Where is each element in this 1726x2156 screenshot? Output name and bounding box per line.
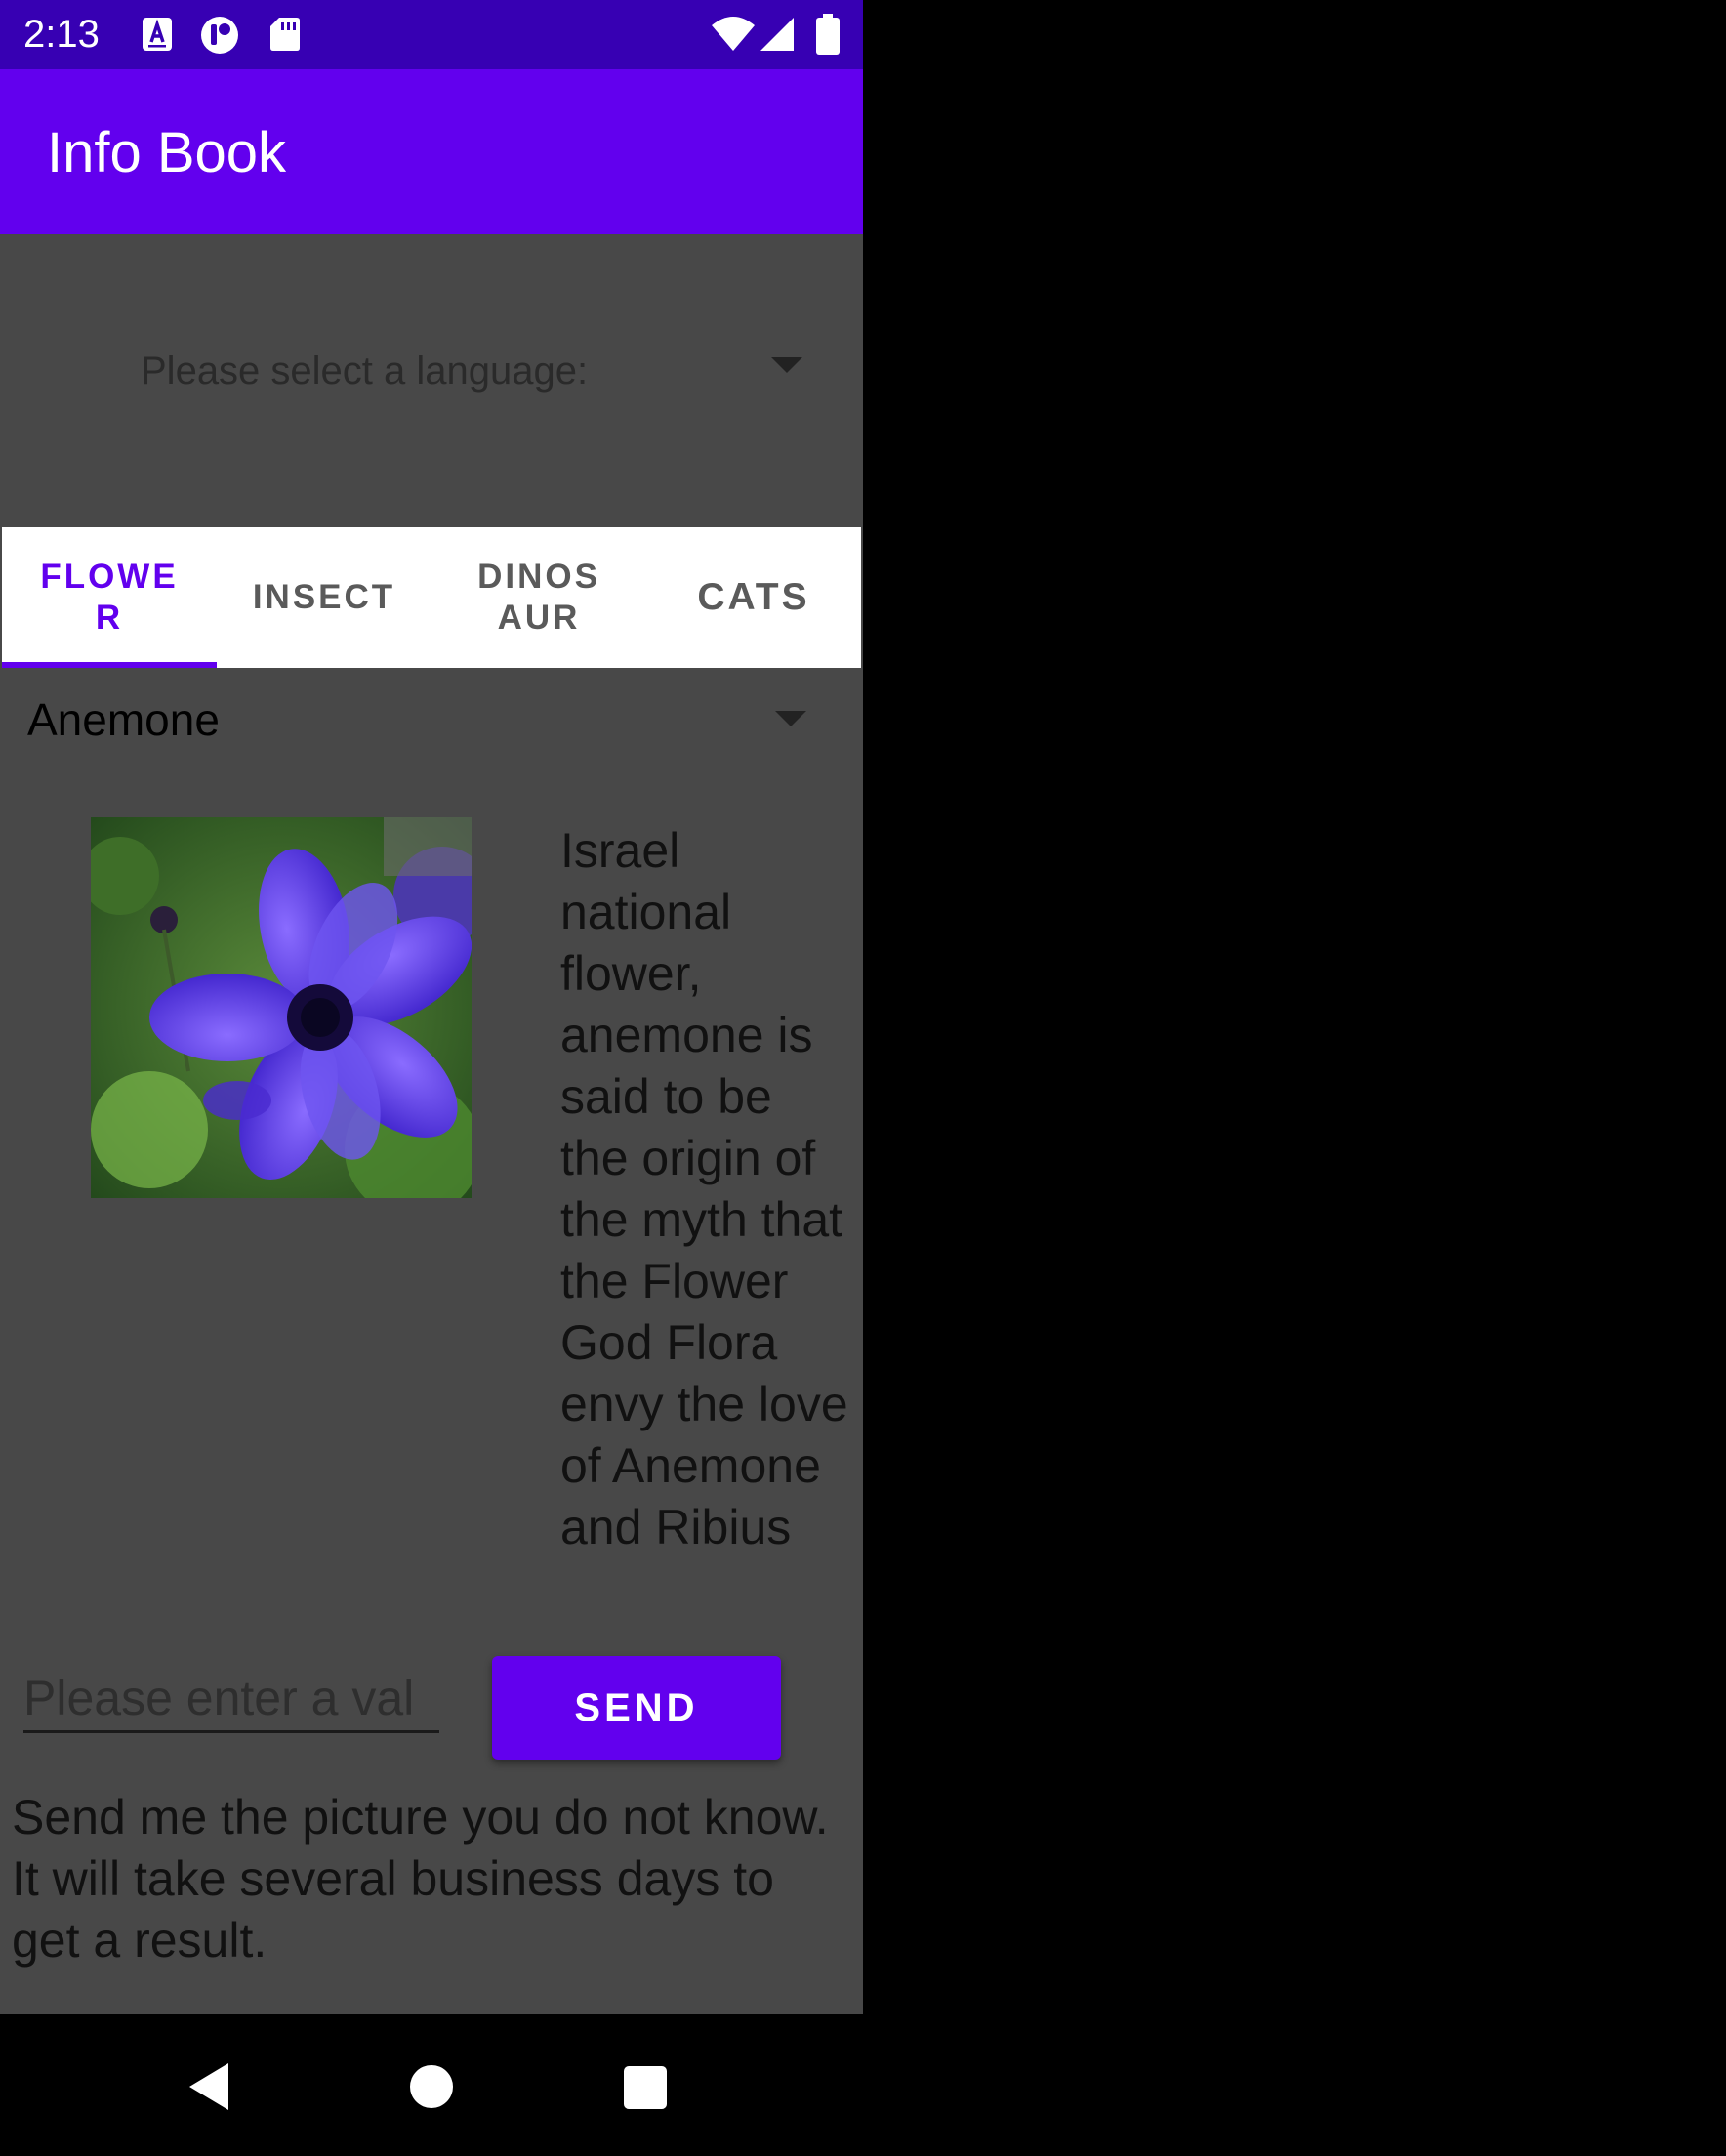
back-icon[interactable] xyxy=(185,2061,232,2112)
flower-image xyxy=(91,817,472,1198)
tab-cats[interactable]: CATS xyxy=(646,527,861,668)
app-notification-icon xyxy=(201,17,238,54)
app-bar: Info Book xyxy=(0,69,863,234)
phone-screen: 2:13 Info Book Please select a language:… xyxy=(0,0,863,2156)
description-box[interactable]: Israel national flower, anemone is said … xyxy=(560,820,853,1601)
sd-card-icon xyxy=(270,18,300,51)
value-input[interactable] xyxy=(23,1666,439,1733)
wifi-icon xyxy=(712,17,755,51)
tab-dinosaur[interactable]: DINOS AUR xyxy=(432,527,646,668)
tab-flower[interactable]: FLOWE R xyxy=(2,527,217,668)
description-text: Israel national flower, anemone is said … xyxy=(560,823,848,1555)
cell-signal-icon xyxy=(760,18,794,51)
language-spinner[interactable]: Please select a language: xyxy=(0,322,863,420)
dropdown-arrow-icon xyxy=(775,711,806,726)
send-button[interactable]: SEND xyxy=(492,1656,781,1760)
status-time: 2:13 xyxy=(23,13,100,56)
tab-flower-label: FLOWE R xyxy=(40,558,179,637)
tab-indicator xyxy=(2,662,217,668)
tab-insect-label: INSECT xyxy=(252,578,396,616)
keyboard-icon xyxy=(143,18,172,51)
tab-bar: FLOWE R INSECT DINOS AUR CATS xyxy=(2,527,861,668)
item-spinner-value: Anemone xyxy=(27,694,220,745)
item-spinner[interactable]: Anemone xyxy=(0,680,863,758)
language-spinner-label: Please select a language: xyxy=(141,350,589,393)
dropdown-arrow-icon xyxy=(771,357,802,373)
help-text: Send me the picture you do not know. It … xyxy=(12,1790,829,1968)
status-bar: 2:13 xyxy=(0,0,863,69)
app-title: Info Book xyxy=(47,121,287,185)
recents-icon[interactable] xyxy=(623,2065,668,2110)
battery-icon xyxy=(816,14,840,55)
tab-dinosaur-label: DINOS AUR xyxy=(477,558,600,637)
navigation-bar xyxy=(0,2014,863,2156)
tab-cats-label: CATS xyxy=(697,576,810,618)
home-icon[interactable] xyxy=(408,2063,455,2110)
main-content: Please select a language: FLOWE R INSECT… xyxy=(0,234,863,2014)
tab-insect[interactable]: INSECT xyxy=(217,527,432,668)
